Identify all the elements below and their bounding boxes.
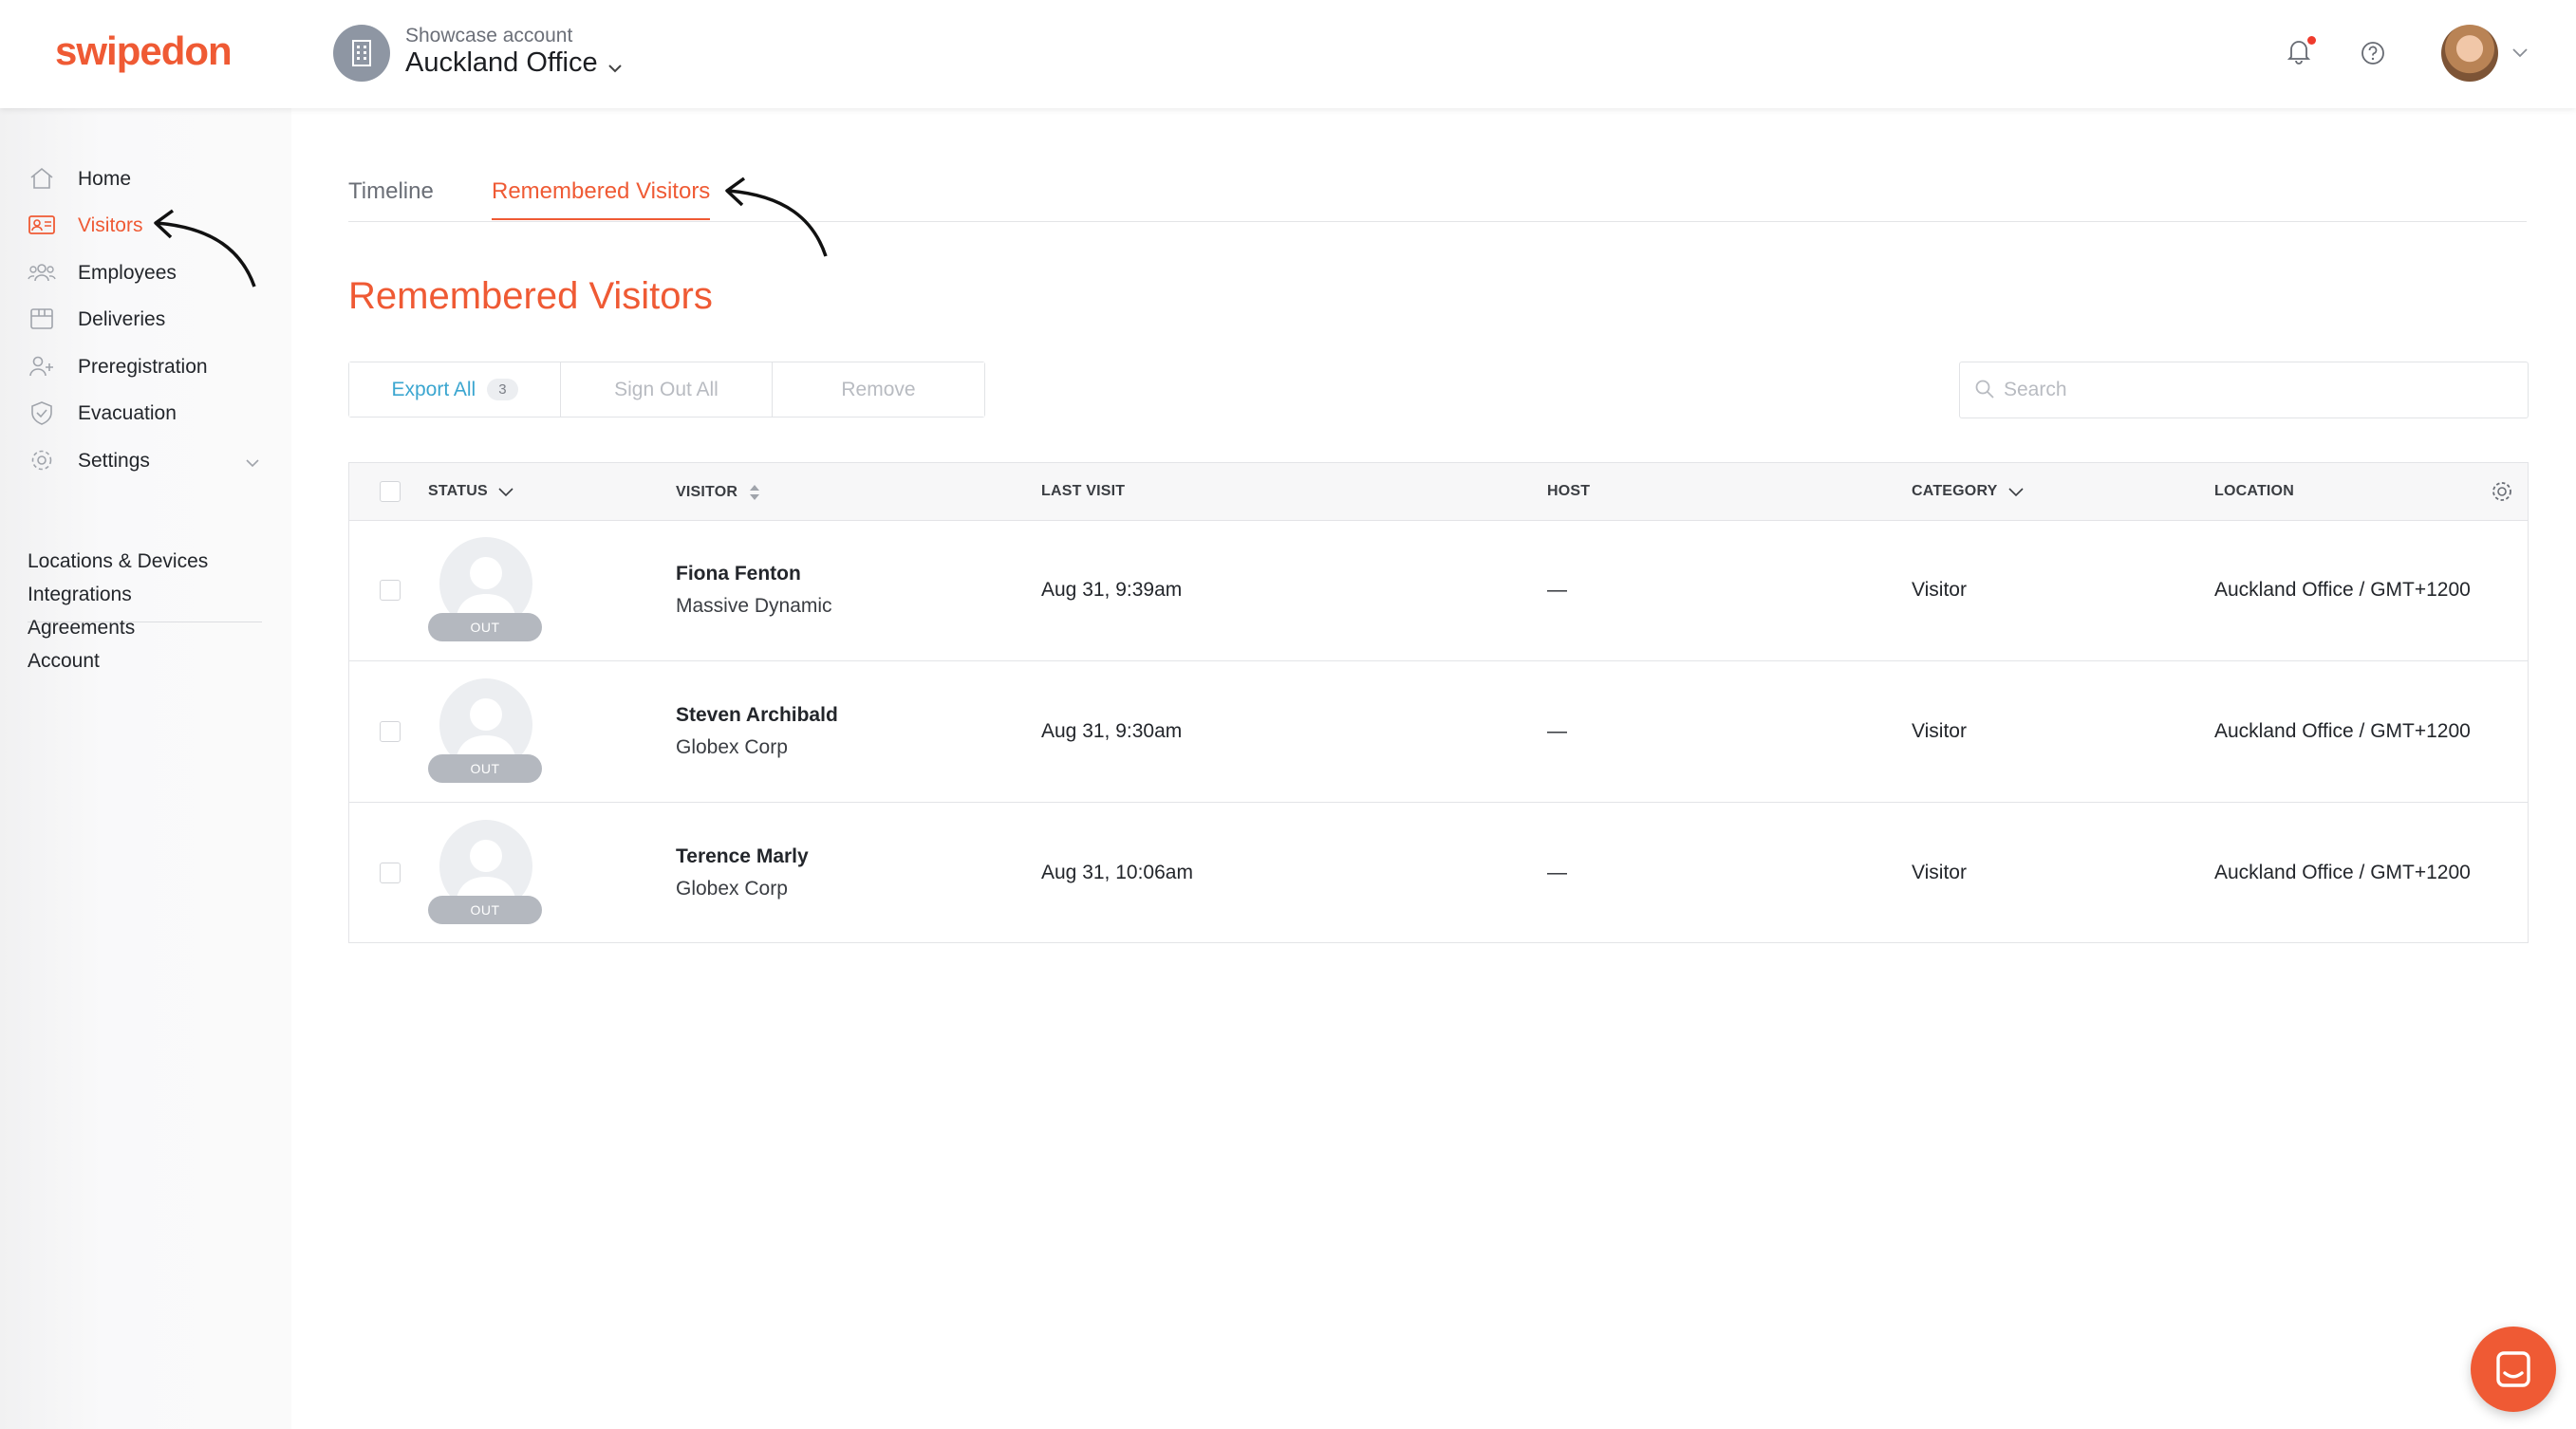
sidebar-item-label: Settings (78, 450, 150, 472)
swipedon-logo[interactable]: swipedon (55, 28, 233, 74)
visitor-company: Globex Corp (676, 736, 788, 758)
sidebar-link-account[interactable]: Account (28, 650, 100, 673)
row-checkbox[interactable] (380, 863, 401, 883)
sidebar-item-preregistration[interactable]: Preregistration (0, 345, 275, 387)
visitor-name[interactable]: Steven Archibald (676, 704, 838, 727)
sidebar-item-label: Evacuation (78, 402, 177, 424)
chat-icon (2496, 1351, 2530, 1387)
status-badge: OUT (428, 613, 542, 641)
sign-out-all-button[interactable]: Sign Out All (561, 362, 773, 417)
tab-timeline[interactable]: Timeline (348, 178, 434, 218)
column-visitor[interactable]: VISITOR (676, 483, 761, 502)
search-box (1959, 362, 2529, 418)
host-cell: — (1547, 720, 1567, 742)
sidebar-item-label: Home (78, 168, 132, 190)
chat-launcher-button[interactable] (2471, 1327, 2556, 1412)
visitor-card-icon (28, 212, 56, 238)
search-input[interactable] (2004, 362, 2516, 418)
sidebar-link-integrations[interactable]: Integrations (28, 584, 132, 606)
sidebar-link-locations-devices[interactable]: Locations & Devices (28, 550, 208, 573)
column-host: HOST (1547, 483, 1591, 499)
export-all-label: Export All (391, 378, 476, 400)
sidebar-item-visitors[interactable]: Visitors (0, 204, 275, 246)
sidebar-item-evacuation[interactable]: Evacuation (0, 392, 275, 434)
table-row[interactable]: OUT Steven Archibald Globex Corp Aug 31,… (349, 662, 2528, 803)
category-cell: Visitor (1912, 579, 1967, 601)
tab-bar: Timeline Remembered Visitors (348, 165, 2527, 222)
user-avatar[interactable] (2441, 25, 2498, 82)
sidebar-link-agreements[interactable]: Agreements (28, 617, 135, 640)
chevron-down-icon (2008, 488, 2024, 496)
status-badge: OUT (428, 896, 542, 924)
shield-icon (28, 399, 56, 426)
row-checkbox[interactable] (380, 580, 401, 601)
row-checkbox[interactable] (380, 721, 401, 742)
last-visit-cell: Aug 31, 10:06am (1041, 862, 1193, 883)
host-cell: — (1547, 862, 1567, 883)
sidebar-item-settings[interactable]: Settings (0, 439, 275, 481)
table-row[interactable]: OUT Fiona Fenton Massive Dynamic Aug 31,… (349, 521, 2528, 661)
location-cell: Auckland Office / GMT+1200 (2214, 720, 2471, 742)
remove-button[interactable]: Remove (773, 362, 984, 417)
building-icon[interactable] (333, 25, 390, 82)
location-cell: Auckland Office / GMT+1200 (2214, 579, 2471, 601)
user-plus-icon (28, 353, 56, 380)
help-icon[interactable] (2361, 41, 2385, 70)
location-cell: Auckland Office / GMT+1200 (2214, 862, 2471, 883)
notification-dot (2307, 36, 2316, 45)
bell-icon[interactable] (2287, 38, 2311, 69)
visitor-name[interactable]: Fiona Fenton (676, 563, 801, 585)
sidebar-item-label: Preregistration (78, 356, 208, 378)
column-category-label: CATEGORY (1912, 483, 1998, 499)
sidebar-item-employees[interactable]: Employees (0, 251, 275, 293)
location-selector[interactable]: Auckland Office (405, 47, 598, 79)
export-all-button[interactable]: Export All 3 (349, 362, 561, 417)
employees-icon (28, 259, 56, 286)
host-cell: — (1547, 579, 1567, 601)
table-header: STATUS VISITOR LAST VISIT HOST CATEGORY … (349, 463, 2528, 521)
column-last-visit: LAST VISIT (1041, 483, 1126, 499)
visitor-company: Globex Corp (676, 878, 788, 900)
page-title: Remembered Visitors (348, 275, 713, 317)
table-row[interactable]: OUT Terence Marly Globex Corp Aug 31, 10… (349, 804, 2528, 944)
column-category[interactable]: CATEGORY (1912, 483, 2025, 500)
visitor-name[interactable]: Terence Marly (676, 845, 809, 868)
chevron-down-icon[interactable] (607, 61, 623, 78)
sidebar-item-label: Employees (78, 262, 177, 284)
account-label: Showcase account (405, 25, 573, 46)
sidebar: Home Visitors Employees Deliveries Prere… (0, 108, 291, 1429)
status-badge: OUT (428, 754, 542, 783)
gear-icon (28, 447, 56, 473)
sidebar-item-deliveries[interactable]: Deliveries (0, 298, 275, 340)
home-icon (28, 165, 56, 192)
select-all-checkbox[interactable] (380, 481, 401, 502)
column-status-label: STATUS (428, 483, 488, 499)
sidebar-item-label: Visitors (78, 214, 143, 236)
category-cell: Visitor (1912, 720, 1967, 742)
sort-icon (749, 485, 759, 500)
package-icon (28, 306, 56, 332)
sidebar-item-label: Deliveries (78, 308, 166, 330)
category-cell: Visitor (1912, 862, 1967, 883)
last-visit-cell: Aug 31, 9:30am (1041, 720, 1183, 742)
tab-remembered-visitors[interactable]: Remembered Visitors (492, 178, 711, 220)
action-button-group: Export All 3 Sign Out All Remove (348, 362, 985, 418)
sidebar-item-home[interactable]: Home (0, 158, 275, 199)
visitor-company: Massive Dynamic (676, 595, 832, 617)
top-bar: swipedon Showcase account Auckland Offic… (0, 0, 2576, 108)
chevron-down-icon[interactable] (245, 455, 260, 473)
column-location: LOCATION (2214, 483, 2294, 499)
chevron-down-icon (498, 488, 514, 496)
last-visit-cell: Aug 31, 9:39am (1041, 579, 1183, 601)
column-visitor-label: VISITOR (676, 484, 738, 501)
visitors-table: STATUS VISITOR LAST VISIT HOST CATEGORY … (348, 462, 2529, 943)
column-status[interactable]: STATUS (428, 483, 514, 500)
chevron-down-icon[interactable] (2511, 46, 2529, 64)
export-count-badge: 3 (487, 379, 518, 400)
search-icon (1975, 380, 1994, 399)
column-settings-gear-icon[interactable] (2490, 479, 2514, 509)
